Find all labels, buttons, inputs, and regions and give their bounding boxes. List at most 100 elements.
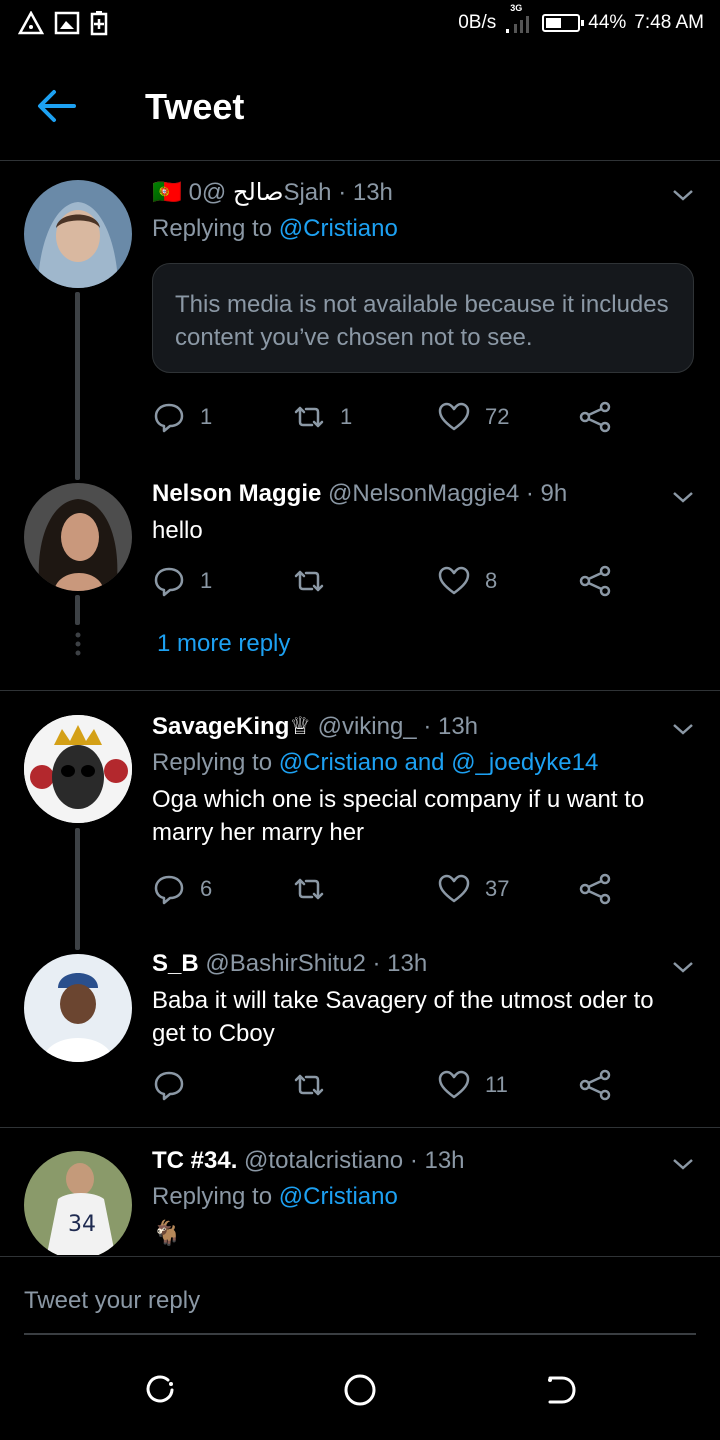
user-name[interactable]: Nelson Maggie [152, 480, 321, 507]
tweet[interactable]: 34 TC #34. @totalcristiano · 13h Replyin… [0, 1147, 720, 1255]
more-replies-link[interactable]: 1 more reply [157, 630, 290, 658]
tweet[interactable]: Nelson Maggie @NelsonMaggie4 · 9h hello … [0, 480, 720, 680]
thread-line [75, 595, 80, 625]
reply-icon [154, 875, 184, 905]
thread-dots [75, 632, 81, 656]
tweet[interactable]: 🇵🇹 صالح @0Sjah · 13h Replying to @Cristi… [0, 178, 720, 480]
replying-to: Replying to @Cristiano [152, 1183, 398, 1210]
retweet-button[interactable]: 1 [292, 400, 352, 434]
home-icon[interactable] [342, 1372, 378, 1408]
chevron-down-icon[interactable] [672, 960, 694, 974]
network-type: 3G [504, 3, 534, 33]
mention-link[interactable]: @Cristiano [279, 1183, 398, 1210]
user-name[interactable]: SavageKing♕ [152, 713, 311, 740]
heart-icon [438, 566, 470, 595]
reply-button[interactable]: 1 [152, 400, 212, 434]
reply-button[interactable] [152, 1068, 200, 1102]
reply-button[interactable]: 1 [152, 564, 212, 598]
thread-line [75, 828, 80, 950]
tweet[interactable]: S_B @BashirShitu2 · 13h Baba it will tak… [0, 950, 720, 1120]
battery-saver-icon [90, 11, 108, 36]
tweet-actions: 11 [152, 1068, 622, 1108]
retweet-icon [294, 406, 324, 428]
chevron-down-icon[interactable] [672, 490, 694, 504]
replying-to: Replying to @Cristiano and @_joedyke14 [152, 749, 599, 776]
tweet-actions: 6 37 [152, 872, 622, 912]
tweet-time: · 13h [409, 1147, 465, 1174]
user-handle[interactable]: @BashirShitu2 [205, 950, 365, 977]
heart-icon [438, 1070, 470, 1099]
media-warning[interactable]: This media is not available because it i… [152, 263, 694, 373]
share-icon [579, 1069, 611, 1101]
mention-link[interactable]: @Cristiano and @_joedyke14 [279, 749, 599, 776]
chevron-down-icon[interactable] [672, 1157, 694, 1171]
like-count: 8 [485, 568, 498, 593]
avatar[interactable]: 34 [24, 1151, 132, 1255]
heart-icon [438, 402, 470, 431]
flag-icon: 🇵🇹 [152, 179, 182, 206]
reply-icon [154, 1071, 184, 1101]
share-icon [579, 401, 611, 433]
avatar[interactable] [24, 715, 132, 823]
thread-line [75, 292, 80, 480]
replying-to: Replying to @Cristiano [152, 215, 398, 242]
mention-link[interactable]: @Cristiano [279, 215, 398, 242]
chevron-down-icon[interactable] [672, 188, 694, 202]
tweet-text: Oga which one is special company if u wa… [152, 786, 645, 846]
like-button[interactable]: 11 [437, 1068, 508, 1102]
reply-input[interactable]: Tweet your reply [24, 1287, 200, 1315]
retweet-icon [294, 570, 324, 592]
reply-composer[interactable]: Tweet your reply [0, 1256, 720, 1337]
image-icon [54, 11, 80, 35]
avatar[interactable] [24, 180, 132, 288]
tweet[interactable]: SavageKing♕ @viking_ · 13h Replying to @… [0, 712, 720, 950]
tweet-actions: 1 1 72 [152, 400, 622, 440]
like-count: 11 [485, 1072, 508, 1097]
tweet-time: · 13h [372, 950, 428, 977]
like-count: 72 [485, 404, 510, 429]
user-name[interactable]: صالح [233, 179, 284, 206]
chevron-down-icon[interactable] [672, 722, 694, 736]
recent-apps-icon[interactable] [142, 1372, 178, 1408]
share-icon [579, 873, 611, 905]
divider [0, 690, 720, 691]
page-title: Tweet [145, 86, 245, 127]
battery-icon [542, 14, 585, 32]
warning-icon [18, 11, 44, 35]
like-count: 37 [485, 876, 510, 901]
user-handle[interactable]: @NelsonMaggie4 [328, 480, 519, 507]
clock: 7:48 AM [634, 12, 704, 33]
retweet-button[interactable] [292, 564, 340, 598]
reply-count: 6 [200, 876, 213, 901]
net-speed: 0B/s [458, 12, 497, 33]
share-icon [579, 565, 611, 597]
avatar[interactable] [24, 954, 132, 1062]
back-nav-icon[interactable] [542, 1372, 578, 1408]
user-name[interactable]: S_B [152, 950, 199, 977]
retweet-count: 1 [340, 404, 353, 429]
share-button[interactable] [578, 400, 612, 434]
share-button[interactable] [578, 872, 612, 906]
system-nav-bar [0, 1338, 720, 1440]
like-button[interactable]: 37 [437, 872, 509, 906]
retweet-icon [294, 1074, 324, 1096]
like-button[interactable]: 8 [437, 564, 497, 598]
reply-count: 1 [200, 568, 213, 593]
share-button[interactable] [578, 1068, 612, 1102]
like-button[interactable]: 72 [437, 400, 509, 434]
user-name[interactable]: TC #34. [152, 1147, 237, 1174]
back-button[interactable] [34, 86, 78, 126]
tweet-text: Baba it will take Savagery of the utmost… [152, 987, 654, 1047]
reply-button[interactable]: 6 [152, 872, 212, 906]
heart-icon [438, 874, 470, 903]
avatar[interactable] [24, 483, 132, 591]
retweet-icon [294, 878, 324, 900]
retweet-button[interactable] [292, 1068, 340, 1102]
signal-icon [506, 16, 530, 33]
retweet-button[interactable] [292, 872, 340, 906]
share-button[interactable] [578, 564, 612, 598]
user-handle[interactable]: @viking_ [318, 713, 417, 740]
user-handle[interactable]: @totalcristiano [244, 1147, 403, 1174]
reply-icon [154, 403, 184, 433]
tweet-actions: 1 8 [152, 564, 622, 604]
